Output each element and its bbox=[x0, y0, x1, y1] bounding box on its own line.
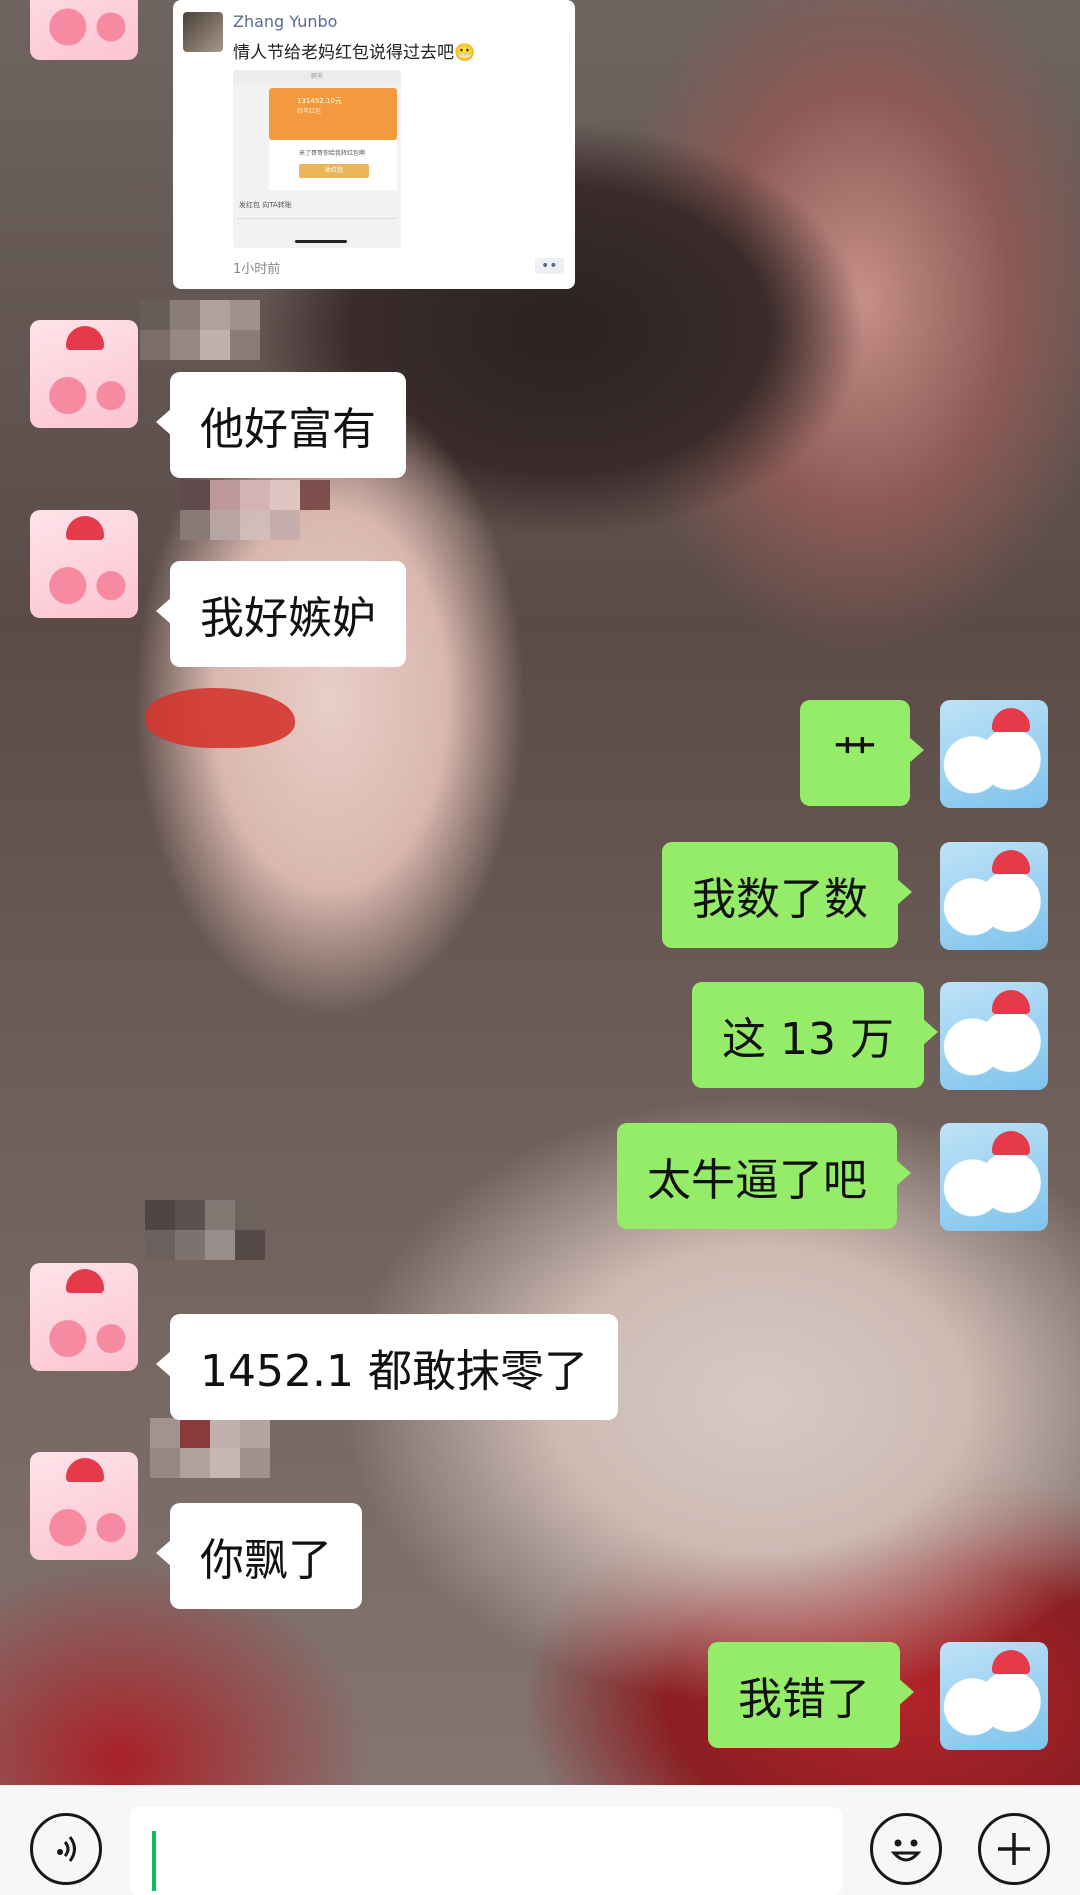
my-avatar[interactable] bbox=[940, 842, 1048, 950]
text-caret bbox=[152, 1831, 156, 1891]
screenshot-home-indicator bbox=[295, 240, 347, 243]
my-avatar[interactable] bbox=[940, 1123, 1048, 1231]
contact-avatar[interactable] bbox=[30, 320, 138, 428]
emoji-icon[interactable] bbox=[870, 1813, 942, 1885]
message-bubble[interactable]: 太牛逼了吧 bbox=[617, 1123, 911, 1229]
message-bubble[interactable]: 他好富有 bbox=[156, 372, 406, 478]
message-bubble[interactable]: 艹 bbox=[800, 700, 924, 806]
message-bubble[interactable]: 这 13 万 bbox=[692, 982, 938, 1088]
screenshot-red-packet: 131452.10元 拜年红包 bbox=[269, 88, 397, 140]
post-time: 1小时前 bbox=[233, 262, 281, 277]
post-author-avatar bbox=[183, 12, 223, 52]
screenshot-amount-sub: 拜年红包 bbox=[297, 108, 322, 115]
post-more-button[interactable]: •• bbox=[535, 258, 564, 274]
contact-avatar[interactable] bbox=[30, 510, 138, 618]
message-bubble[interactable]: 1452.1 都敢抹零了 bbox=[156, 1314, 618, 1420]
screenshot-panel-text: 来了哥哥你给我转红包啊 bbox=[299, 150, 366, 157]
my-avatar[interactable] bbox=[940, 982, 1048, 1090]
my-avatar[interactable] bbox=[940, 700, 1048, 808]
message-bubble[interactable]: 你飘了 bbox=[156, 1503, 362, 1609]
pixelated-name bbox=[145, 1200, 295, 1260]
my-avatar[interactable] bbox=[940, 1642, 1048, 1750]
screenshot-button: 收红包 bbox=[299, 164, 369, 178]
screenshot-panel: 来了哥哥你给我转红包啊 收红包 bbox=[269, 140, 397, 190]
pixelated-name bbox=[150, 1418, 300, 1478]
message-bubble[interactable]: 我好嫉妒 bbox=[156, 561, 406, 667]
screenshot-input-bar bbox=[237, 218, 397, 237]
chat-input-bar bbox=[0, 1785, 1080, 1895]
shared-post-card[interactable]: Zhang Yunbo 情人节给老妈红包说得过去吧😬 聊天 131452.10元… bbox=[173, 0, 575, 289]
screenshot-amount: 131452.10元 bbox=[297, 97, 342, 105]
screenshot-links: 发红包 向TA转账 bbox=[239, 201, 292, 209]
post-screenshot[interactable]: 聊天 131452.10元 拜年红包 来了哥哥你给我转红包啊 收红包 发红包 向… bbox=[233, 70, 401, 248]
pixelated-name bbox=[140, 300, 290, 360]
post-author-name[interactable]: Zhang Yunbo bbox=[233, 12, 337, 31]
contact-avatar[interactable] bbox=[30, 1263, 138, 1371]
post-text: 情人节给老妈红包说得过去吧😬 bbox=[233, 43, 476, 63]
contact-avatar[interactable] bbox=[30, 1452, 138, 1560]
screenshot-top-bar: 聊天 bbox=[233, 70, 401, 84]
message-input[interactable] bbox=[130, 1807, 842, 1895]
voice-icon[interactable] bbox=[30, 1813, 102, 1885]
contact-avatar[interactable] bbox=[30, 0, 138, 60]
plus-icon[interactable] bbox=[978, 1813, 1050, 1885]
message-bubble[interactable]: 我错了 bbox=[708, 1642, 914, 1748]
message-bubble[interactable]: 我数了数 bbox=[662, 842, 912, 948]
pixelated-name bbox=[180, 480, 330, 540]
